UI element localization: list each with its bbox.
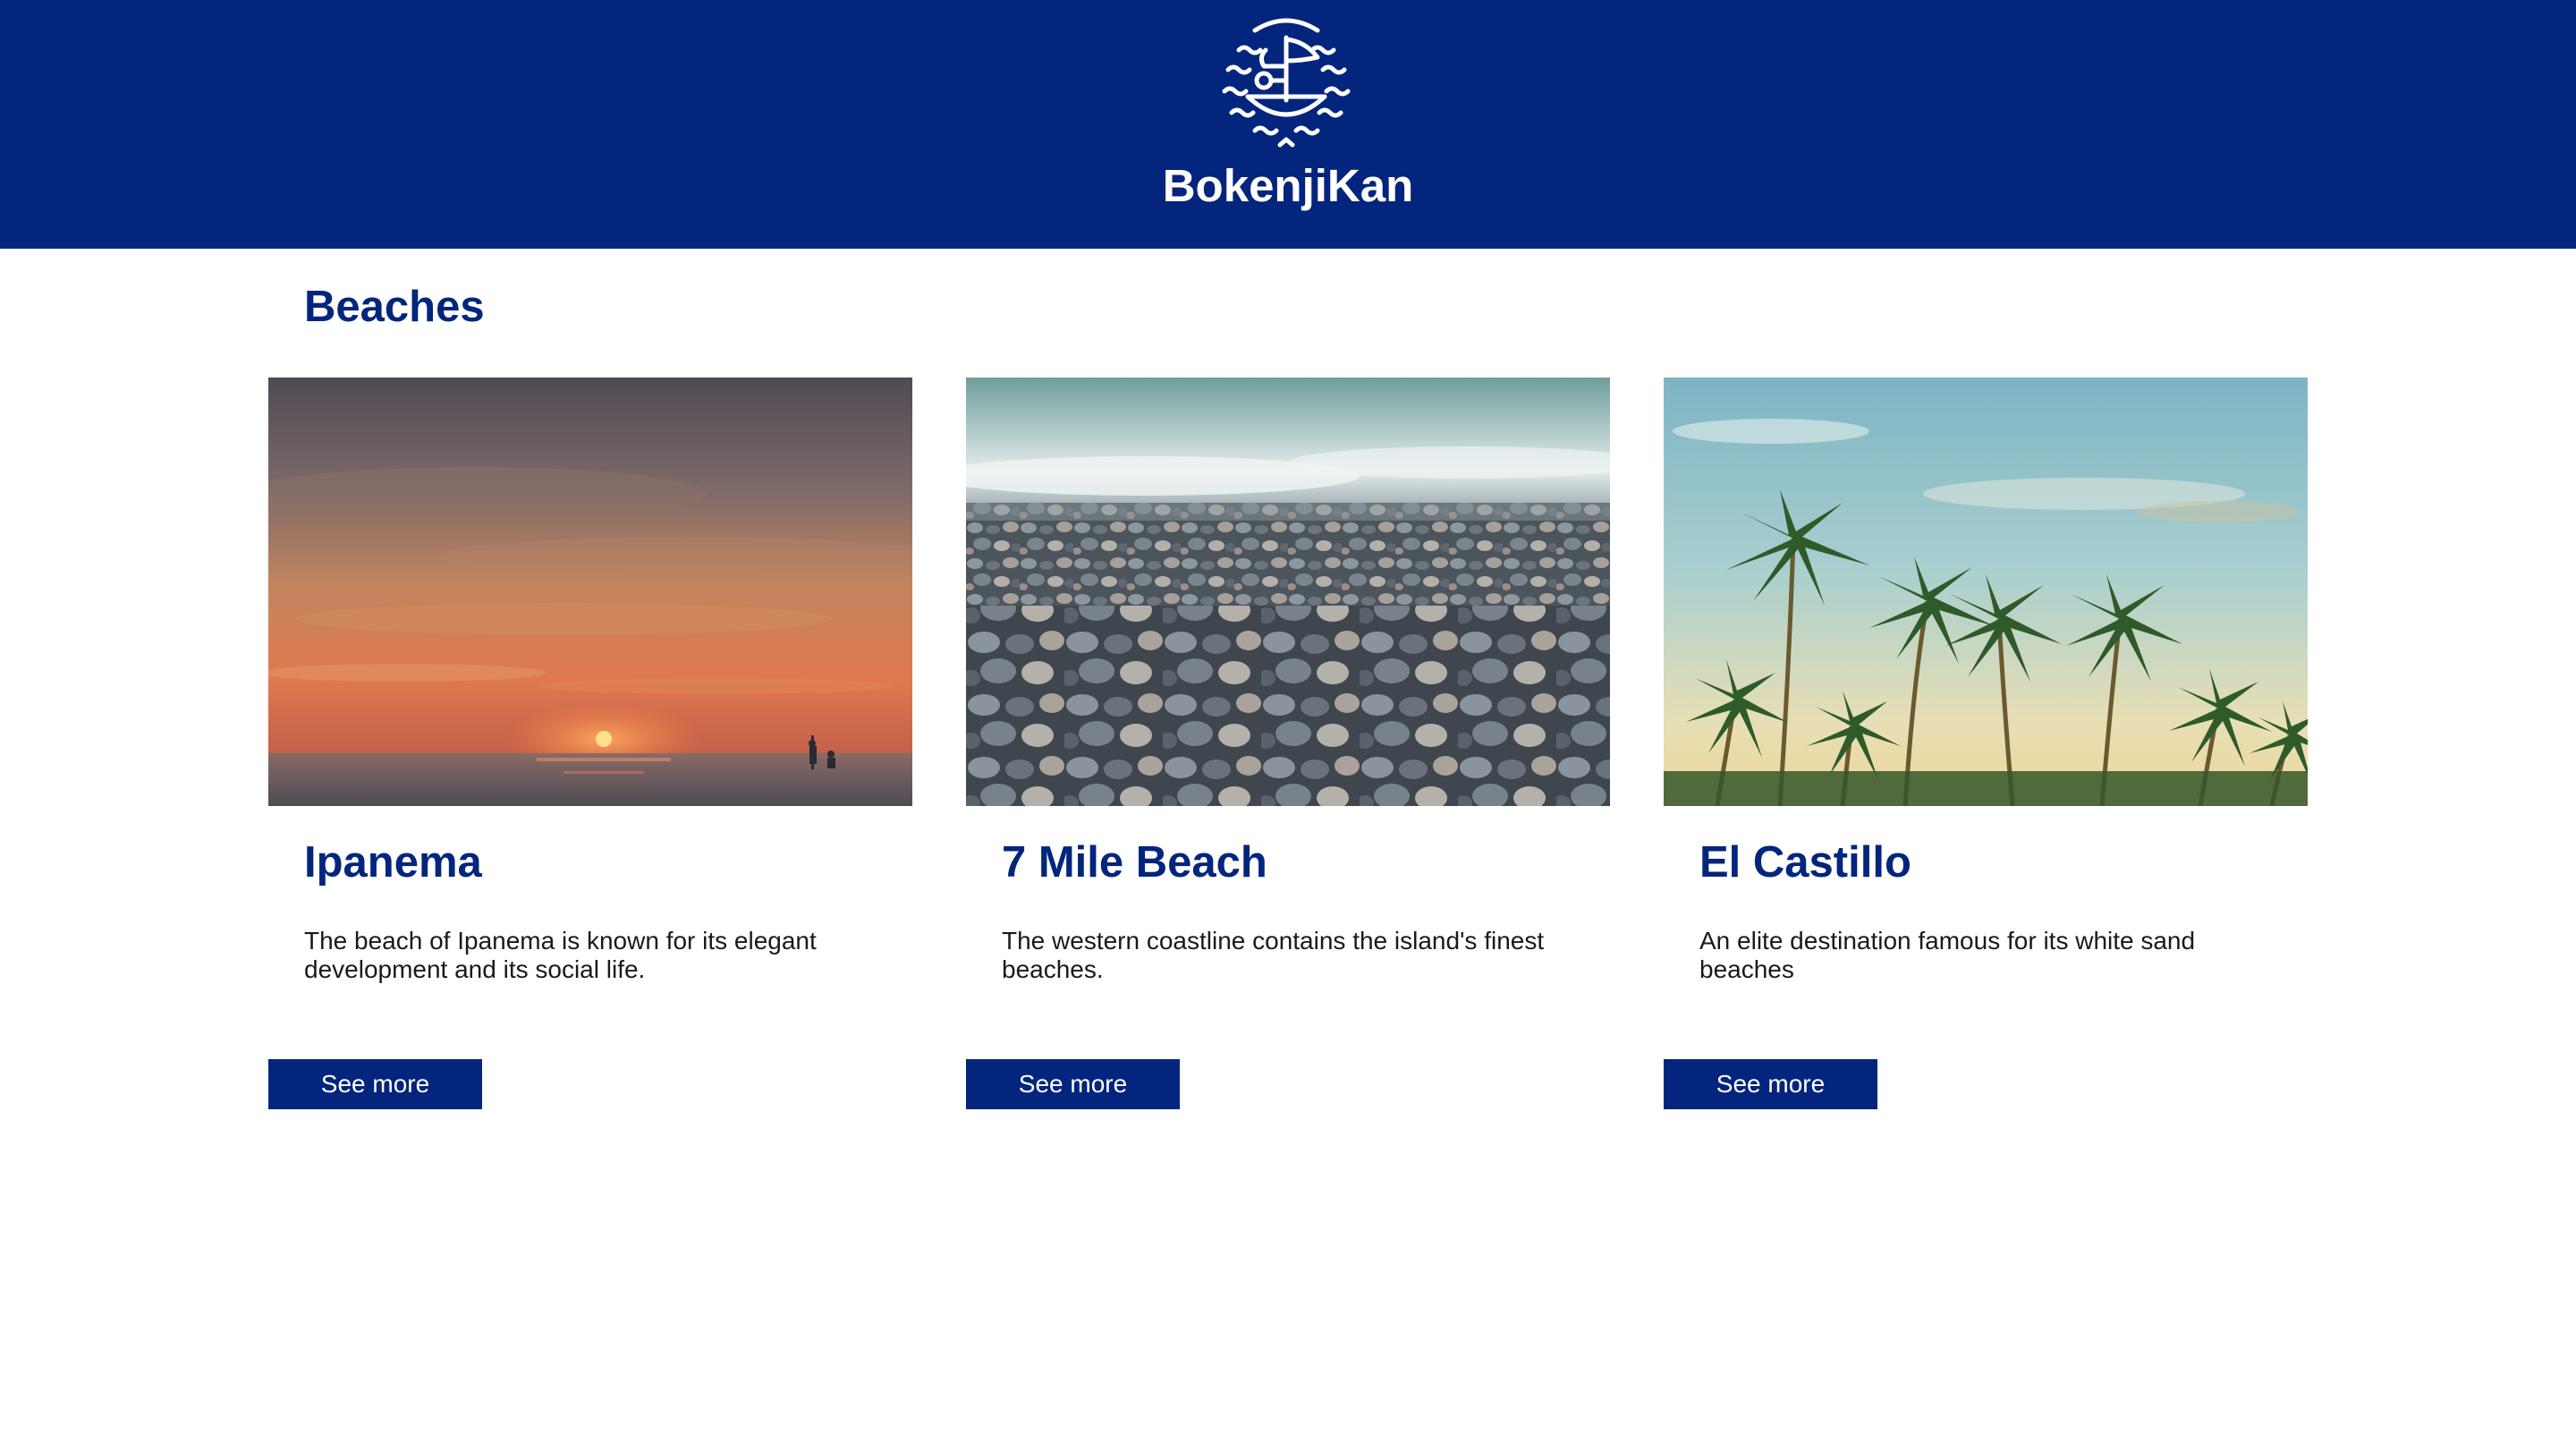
card-description: The beach of Ipanema is known for its el… (304, 927, 817, 983)
see-more-button[interactable]: See more (268, 1059, 482, 1109)
destination-card-el-castillo: El Castillo An elite destination famous … (1664, 378, 2308, 1111)
card-description: The western coastline contains the islan… (1002, 927, 1545, 983)
brand-name[interactable]: BokenjiKan (0, 157, 2576, 215)
card-title: Ipanema (304, 838, 482, 887)
card-title: 7 Mile Beach (1002, 838, 1267, 887)
see-more-button[interactable]: See more (966, 1059, 1180, 1109)
card-description: An elite destination famous for its whit… (1699, 927, 2196, 983)
destination-card-ipanema: Ipanema The beach of Ipanema is known fo… (268, 378, 912, 1111)
section-title: Beaches (304, 283, 485, 331)
destination-card-7-mile-beach: 7 Mile Beach The western coastline conta… (966, 378, 1610, 1111)
see-more-button[interactable]: See more (1664, 1059, 1877, 1109)
card-title: El Castillo (1699, 838, 1911, 887)
pebble-beach-waves-photo[interactable] (966, 378, 1610, 806)
sunset-over-sea-photo[interactable] (268, 378, 912, 806)
boat-waves-logo-icon[interactable] (1212, 14, 1360, 156)
site-header: BokenjiKan (0, 0, 2576, 249)
palm-trees-sky-photo[interactable] (1664, 378, 2308, 806)
